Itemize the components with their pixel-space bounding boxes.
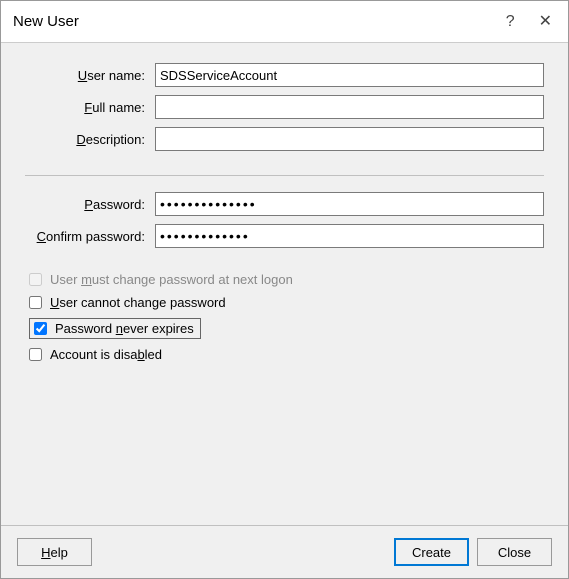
description-input[interactable]: [155, 127, 544, 151]
divider-1: [25, 175, 544, 176]
cannot-change-checkbox[interactable]: [29, 296, 42, 309]
never-expires-checkbox[interactable]: [34, 322, 47, 335]
must-change-row: User must change password at next logon: [25, 272, 544, 287]
account-disabled-row: Account is disabled: [25, 347, 544, 362]
help-icon-button[interactable]: ?: [502, 14, 519, 30]
confirm-password-input[interactable]: [155, 224, 544, 248]
never-expires-label: Password never expires: [55, 321, 194, 336]
never-expires-row: Password never expires: [25, 318, 544, 339]
new-user-dialog: New User ? ✕ User name: Full name: Descr…: [0, 0, 569, 579]
account-disabled-label: Account is disabled: [50, 347, 162, 362]
dialog-title: New User: [13, 13, 79, 30]
footer-left: Help: [17, 538, 386, 566]
must-change-checkbox[interactable]: [29, 273, 42, 286]
password-row: Password:: [25, 192, 544, 216]
description-row: Description:: [25, 127, 544, 151]
confirm-password-row: Confirm password:: [25, 224, 544, 248]
form-content: User name: Full name: Description: Passw…: [1, 43, 568, 525]
close-icon-button[interactable]: ✕: [535, 14, 556, 30]
footer: Help Create Close: [1, 525, 568, 578]
fullname-input[interactable]: [155, 95, 544, 119]
username-input[interactable]: [155, 63, 544, 87]
close-button[interactable]: Close: [477, 538, 552, 566]
never-expires-highlight: Password never expires: [29, 318, 201, 339]
description-label: Description:: [25, 132, 155, 147]
account-disabled-checkbox[interactable]: [29, 348, 42, 361]
fullname-row: Full name:: [25, 95, 544, 119]
password-label: Password:: [25, 197, 155, 212]
cannot-change-row: User cannot change password: [25, 295, 544, 310]
spacer-1: [25, 256, 544, 272]
password-input[interactable]: [155, 192, 544, 216]
fullname-label: Full name:: [25, 100, 155, 115]
title-controls: ? ✕: [502, 14, 556, 30]
title-bar: New User ? ✕: [1, 1, 568, 43]
create-button[interactable]: Create: [394, 538, 469, 566]
username-row: User name:: [25, 63, 544, 87]
must-change-label: User must change password at next logon: [50, 272, 293, 287]
help-button[interactable]: Help: [17, 538, 92, 566]
username-label: User name:: [25, 68, 155, 83]
confirm-password-label: Confirm password:: [25, 229, 155, 244]
cannot-change-label: User cannot change password: [50, 295, 226, 310]
